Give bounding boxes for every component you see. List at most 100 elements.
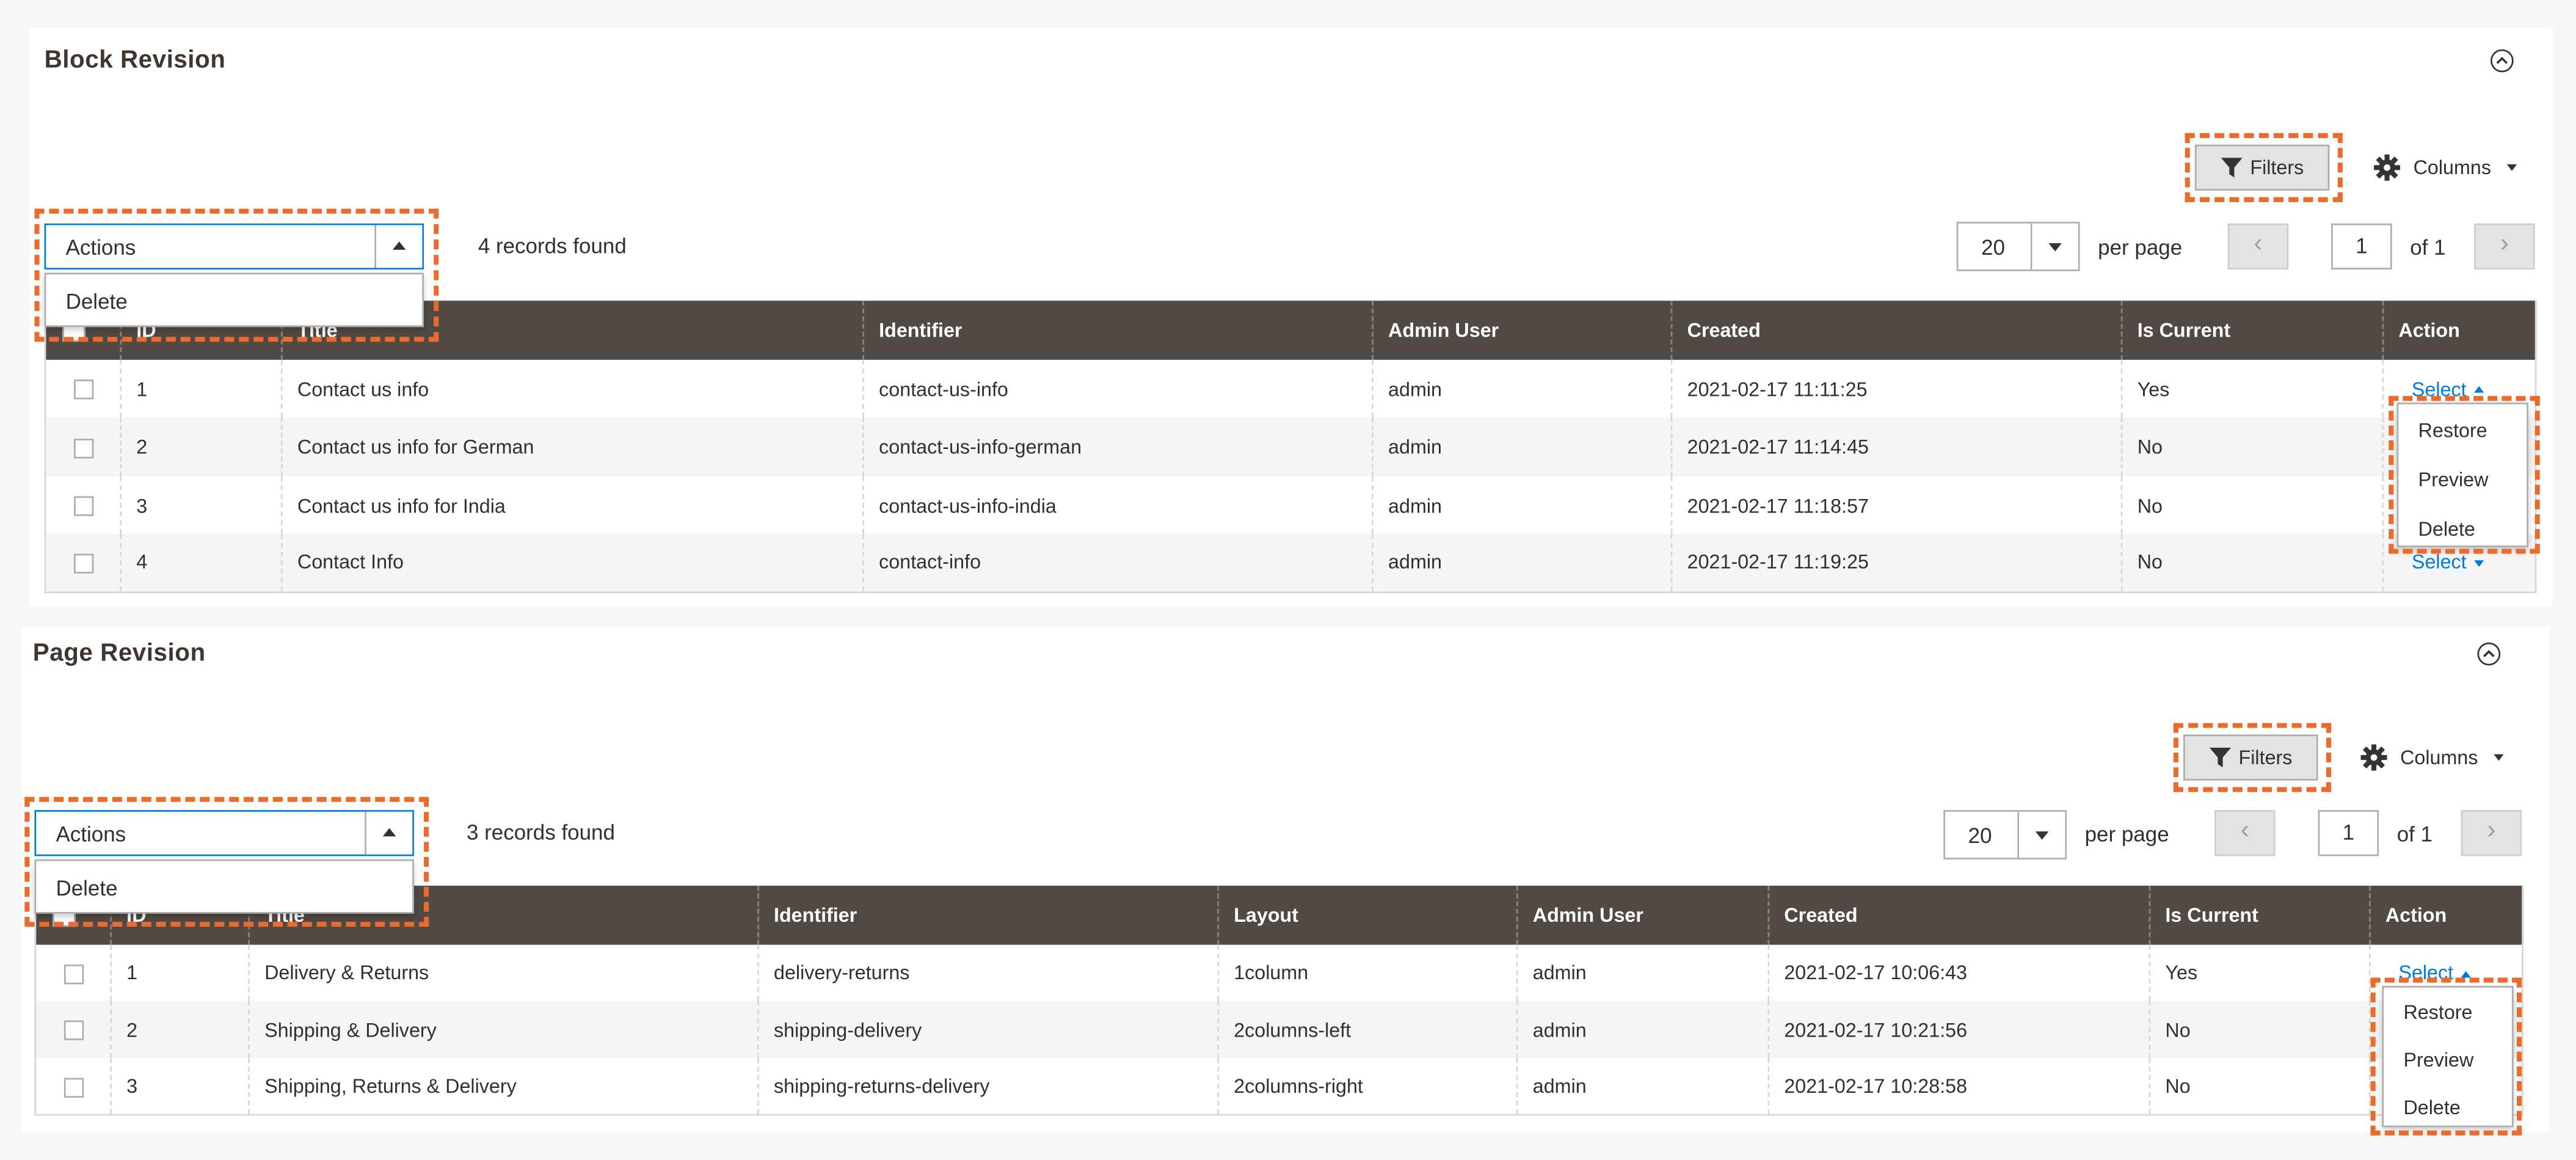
gear-icon — [2360, 744, 2387, 771]
cell-admin-user: admin — [1516, 1058, 1769, 1114]
menu-item-preview[interactable]: Preview — [2403, 1048, 2473, 1071]
cell-identifier: contact-us-info — [862, 360, 1373, 418]
block-revision-title: Block Revision — [44, 46, 226, 75]
row-checkbox[interactable] — [74, 497, 94, 517]
cell-title: Shipping, Returns & Delivery — [248, 1058, 759, 1114]
cell-created: 2021-02-17 11:14:45 — [1670, 417, 2122, 477]
column-header[interactable]: Created — [1670, 301, 2122, 360]
menu-item-delete[interactable]: Delete — [2418, 517, 2475, 541]
column-header[interactable]: Identifier — [862, 301, 1373, 360]
cell-admin-user: admin — [1372, 417, 1672, 477]
column-header[interactable]: Layout — [1217, 885, 1518, 945]
page-columns-control[interactable]: Columns — [2360, 744, 2505, 771]
cell-created: 2021-02-17 11:18:57 — [1670, 476, 2122, 534]
caret-down-icon — [2048, 243, 2062, 252]
column-header: Action — [2368, 885, 2523, 945]
actions-label: Actions — [65, 235, 136, 260]
per-page-toggle[interactable] — [2030, 223, 2078, 270]
table-row: 1 Contact us info contact-us-info admin … — [44, 360, 2536, 418]
select-link[interactable]: Select — [2398, 961, 2453, 985]
row-checkbox[interactable] — [64, 1077, 84, 1097]
cell-created: 2021-02-17 11:19:25 — [1670, 534, 2122, 592]
filter-icon — [2220, 158, 2242, 178]
cell-identifier: shipping-delivery — [757, 1001, 1218, 1059]
per-page-label: per page — [2098, 235, 2183, 260]
per-page-toggle[interactable] — [2017, 811, 2065, 858]
chevron-down-icon — [2494, 754, 2505, 761]
table-row: 3 Shipping, Returns & Delivery shipping-… — [34, 1058, 2523, 1114]
page-actions-select[interactable]: Actions — [34, 810, 414, 856]
block-prev-page-button[interactable]: ‹ — [2227, 223, 2289, 270]
table-row: 3 Contact us info for India contact-us-i… — [44, 476, 2536, 534]
page-page-of: of 1 — [2396, 822, 2433, 847]
block-row-action-menu: Restore Preview Delete — [2396, 403, 2528, 547]
page-collapse-button[interactable] — [2477, 642, 2501, 666]
caret-up-icon — [392, 241, 406, 250]
page-per-page-select[interactable]: 20 — [1943, 810, 2067, 859]
cell-admin-user: admin — [1372, 360, 1672, 418]
chevron-up-icon — [2483, 650, 2495, 657]
row-checkbox[interactable] — [74, 380, 94, 400]
column-header[interactable]: Created — [1767, 885, 2150, 945]
row-checkbox[interactable] — [64, 1021, 84, 1041]
select-link[interactable]: Select — [2412, 377, 2467, 400]
columns-label: Columns — [2413, 156, 2492, 180]
cell-title: Contact us info — [280, 360, 864, 418]
cell-is-current: No — [2148, 1058, 2370, 1114]
column-header[interactable]: Admin User — [1372, 301, 1672, 360]
column-header: Action — [2382, 301, 2536, 360]
menu-item-restore[interactable]: Restore — [2418, 419, 2487, 442]
row-checkbox[interactable] — [64, 964, 84, 984]
caret-down-icon — [2035, 831, 2049, 840]
menu-item-preview[interactable]: Preview — [2418, 469, 2489, 492]
table-row: 4 Contact Info contact-info admin 2021-0… — [44, 534, 2536, 592]
cell-admin-user: admin — [1516, 944, 1769, 1001]
page-revision-title: Page Revision — [32, 639, 206, 668]
block-columns-control[interactable]: Columns — [2374, 154, 2518, 181]
cell-is-current: No — [2120, 417, 2383, 477]
column-header[interactable]: Is Current — [2120, 301, 2383, 360]
per-page-value: 20 — [1968, 823, 1992, 848]
block-filters-button[interactable]: Filters — [2194, 144, 2330, 191]
column-header[interactable]: Is Current — [2148, 885, 2370, 945]
cell-is-current: No — [2120, 476, 2383, 534]
actions-menu-delete[interactable]: Delete — [66, 289, 128, 313]
block-page-input[interactable]: 1 — [2331, 223, 2392, 270]
block-next-page-button[interactable]: › — [2474, 223, 2535, 270]
block-actions-select[interactable]: Actions — [44, 223, 424, 270]
column-header[interactable]: Admin User — [1516, 885, 1769, 945]
filters-label: Filters — [2238, 746, 2293, 769]
cell-is-current: No — [2120, 534, 2383, 592]
filter-icon — [2209, 747, 2231, 768]
caret-down-icon — [2475, 560, 2485, 567]
row-checkbox[interactable] — [74, 553, 94, 574]
column-header[interactable]: Identifier — [757, 885, 1218, 945]
page-next-page-button[interactable]: › — [2461, 810, 2522, 856]
menu-item-delete[interactable]: Delete — [2403, 1096, 2460, 1119]
cell-identifier: contact-us-info-german — [862, 417, 1373, 477]
menu-item-restore[interactable]: Restore — [2403, 1001, 2472, 1024]
cell-title: Contact Info — [280, 534, 864, 592]
cell-is-current: Yes — [2120, 360, 2383, 418]
cell-id: 4 — [120, 534, 282, 592]
page-filters-button[interactable]: Filters — [2183, 734, 2318, 781]
chevron-up-icon — [2496, 57, 2508, 64]
block-per-page-select[interactable]: 20 — [1956, 222, 2080, 271]
page-prev-page-button[interactable]: ‹ — [2214, 810, 2276, 856]
actions-toggle[interactable] — [374, 225, 423, 268]
page-records-found: 3 records found — [466, 820, 615, 845]
select-link[interactable]: Select — [2412, 551, 2467, 574]
cell-layout: 1column — [1217, 944, 1518, 1001]
cell-created: 2021-02-17 11:11:25 — [1670, 360, 2122, 418]
page-row-action-menu: Restore Preview Delete — [2382, 986, 2514, 1128]
actions-menu-delete[interactable]: Delete — [56, 876, 117, 900]
per-page-value: 20 — [1981, 235, 2006, 260]
actions-toggle[interactable] — [365, 811, 413, 855]
block-collapse-button[interactable] — [2490, 49, 2514, 73]
row-checkbox[interactable] — [74, 438, 94, 459]
filters-label: Filters — [2250, 156, 2304, 180]
cell-title: Contact us info for German — [280, 417, 864, 477]
cell-id: 1 — [120, 360, 282, 418]
cell-is-current: Yes — [2148, 944, 2370, 1001]
page-page-input[interactable]: 1 — [2318, 810, 2379, 856]
